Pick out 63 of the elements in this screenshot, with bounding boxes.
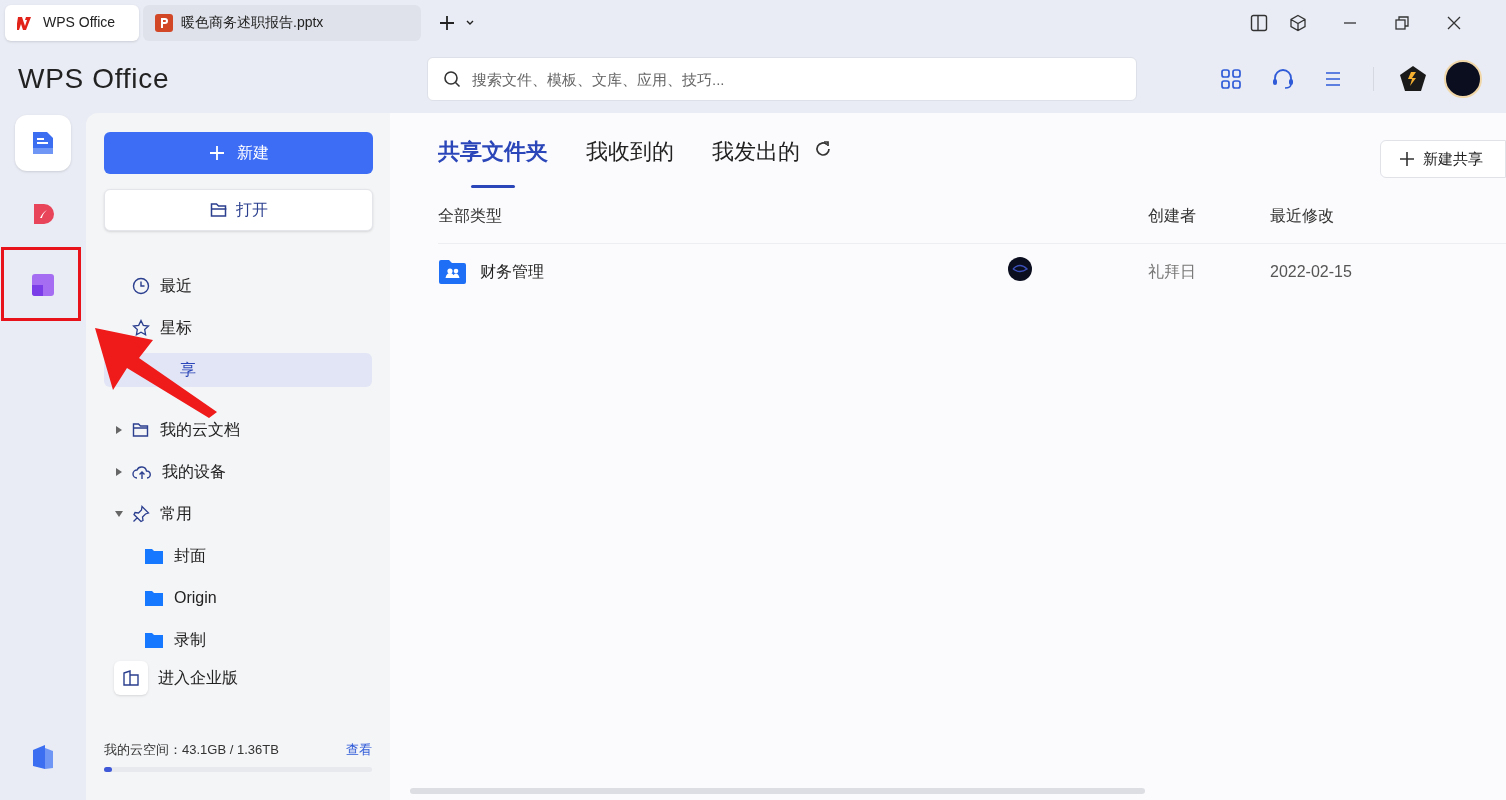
shared-folder-icon[interactable] — [438, 259, 467, 285]
tab-underline — [471, 185, 515, 188]
folder-icon — [144, 547, 164, 565]
column-header[interactable]: 最近修改 — [1270, 203, 1334, 228]
new-button[interactable]: 新建 — [104, 132, 373, 174]
search-icon — [443, 70, 461, 88]
tree-item[interactable]: 封面 — [174, 544, 206, 568]
pin-icon — [132, 505, 150, 523]
plus-icon — [208, 145, 225, 161]
slides-file-icon — [155, 13, 173, 32]
table-cell-text: 2022-02-15 — [1270, 262, 1352, 282]
folder-icon — [132, 422, 150, 438]
open-button[interactable]: 打开 — [104, 189, 373, 231]
tab[interactable]: WPS Office — [5, 4, 139, 41]
caret-down-icon[interactable] — [114, 509, 124, 519]
star-icon — [132, 319, 150, 337]
pentagon-badge-icon[interactable] — [1398, 64, 1428, 94]
scrollbar[interactable] — [410, 788, 1145, 794]
main-tab[interactable]: 共享文件夹 — [438, 135, 548, 188]
storage-label: 我的云空间：43.1GB / 1.36TB — [104, 740, 279, 759]
new-share-button[interactable]: 新建共享 — [1380, 140, 1506, 178]
cloud-drive-icon — [31, 744, 55, 770]
tree-item[interactable]: 我的设备 — [162, 460, 226, 484]
user-avatar[interactable] — [1444, 60, 1482, 98]
close-icon[interactable] — [1447, 15, 1461, 30]
document-icon — [30, 130, 56, 156]
folder-icon — [144, 589, 164, 607]
table-cell[interactable]: 财务管理 — [480, 260, 544, 284]
folder-icon — [209, 202, 228, 218]
avatar-icon — [1008, 256, 1032, 281]
search-field[interactable]: 搜索文件、模板、文库、应用、技巧... — [427, 57, 1137, 101]
column-header[interactable]: 全部类型 — [438, 203, 1148, 228]
headset-icon[interactable] — [1272, 69, 1294, 89]
enterprise-link[interactable]: 进入企业版 — [158, 666, 238, 690]
clock-icon — [132, 277, 150, 295]
tablet-icon[interactable] — [1250, 13, 1268, 32]
tree-item[interactable]: 常用 — [160, 502, 192, 526]
main-tab[interactable]: 我收到的 — [586, 135, 674, 188]
cloud-upload-icon — [132, 464, 152, 480]
tree-item[interactable]: 录制 — [174, 628, 206, 652]
apps-icon — [30, 272, 56, 298]
restore-icon[interactable] — [1395, 15, 1409, 30]
tab[interactable]: 暖色商务述职报告.pptx — [143, 4, 421, 41]
caret-right-icon[interactable] — [114, 425, 124, 435]
nav-item[interactable]: 最近 — [132, 269, 192, 303]
tree-item[interactable]: Origin — [174, 586, 217, 610]
column-header[interactable]: 创建者 — [1148, 203, 1270, 228]
menu-icon[interactable] — [1325, 71, 1341, 87]
tree-item[interactable]: 我的云文档 — [160, 418, 240, 442]
cube-icon[interactable] — [1289, 13, 1307, 32]
table-cell-text: 礼拜日 — [1148, 262, 1197, 282]
nav-item[interactable]: 星标 — [132, 311, 192, 345]
grid-icon[interactable] — [1221, 69, 1241, 89]
book-icon — [122, 669, 140, 687]
main-tab[interactable]: 我发出的 — [712, 135, 800, 188]
folder-icon — [144, 631, 164, 649]
rail-button[interactable] — [15, 115, 71, 171]
plus-icon — [1399, 151, 1415, 167]
view-link[interactable]: 查看 — [346, 739, 372, 759]
app-logo: WPS Office — [17, 62, 171, 96]
enterprise-button[interactable] — [114, 661, 148, 695]
refresh-icon[interactable] — [814, 140, 832, 158]
caret-right-icon[interactable] — [114, 467, 124, 477]
